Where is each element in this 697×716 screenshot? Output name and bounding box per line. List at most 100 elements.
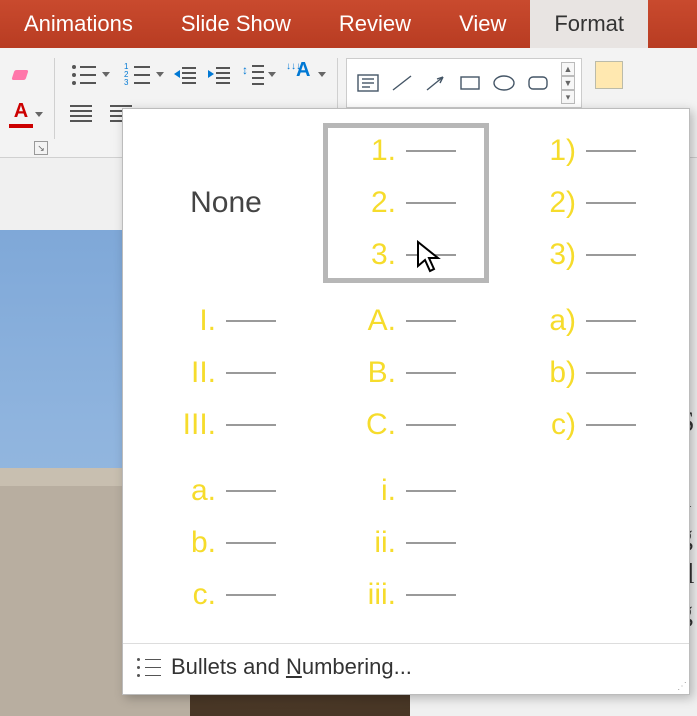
num-sample: II. bbox=[176, 356, 216, 390]
gallery-more-icon[interactable]: ▾ bbox=[561, 90, 575, 104]
resize-grip-icon: ⋰ bbox=[677, 681, 685, 692]
num-sample: 1) bbox=[536, 134, 576, 168]
num-sample: a. bbox=[176, 474, 216, 508]
chevron-down-icon bbox=[35, 112, 43, 117]
gallery-up-icon[interactable]: ▲ bbox=[561, 62, 575, 76]
tab-review[interactable]: Review bbox=[315, 0, 435, 48]
sample-line bbox=[586, 150, 636, 152]
num-sample: i. bbox=[356, 474, 396, 508]
align-left-icon bbox=[66, 102, 96, 126]
sample-line bbox=[586, 202, 636, 204]
sample-line bbox=[226, 424, 276, 426]
num-sample: C. bbox=[356, 408, 396, 442]
numbering-dropdown: None 1. 2. 3. 1) 2) 3) I. II. III. A. B.… bbox=[122, 108, 690, 695]
text-direction-icon: ↓↓↓A bbox=[286, 59, 316, 89]
numbering-option-alpha-lower-paren[interactable]: a) b) c) bbox=[503, 293, 669, 453]
sample-line bbox=[406, 490, 456, 492]
num-sample: B. bbox=[356, 356, 396, 390]
shape-gallery[interactable]: ▲ ▼ ▾ bbox=[346, 58, 582, 108]
clipboard-group: A ↘ bbox=[0, 54, 52, 157]
sample-line bbox=[226, 594, 276, 596]
numbering-option-none[interactable]: None bbox=[143, 123, 309, 283]
sample-line bbox=[406, 320, 456, 322]
oval-shape[interactable] bbox=[489, 72, 519, 94]
numbering-option-arabic-period[interactable]: 1. 2. 3. bbox=[323, 123, 489, 283]
num-sample: 1. bbox=[356, 134, 396, 168]
chevron-down-icon bbox=[318, 72, 326, 77]
gallery-down-icon[interactable]: ▼ bbox=[561, 76, 575, 90]
numbering-button[interactable] bbox=[117, 58, 167, 90]
text-direction-button[interactable]: ↓↓↓A bbox=[283, 56, 329, 92]
sample-line bbox=[586, 320, 636, 322]
numbering-option-alpha-lower-period[interactable]: a. b. c. bbox=[143, 463, 309, 623]
text-box-shape[interactable] bbox=[353, 72, 383, 94]
numbering-icon bbox=[120, 61, 154, 87]
num-sample: A. bbox=[356, 304, 396, 338]
sample-line bbox=[406, 542, 456, 544]
numbering-option-arabic-paren[interactable]: 1) 2) 3) bbox=[503, 123, 669, 283]
numbering-option-alpha-upper[interactable]: A. B. C. bbox=[323, 293, 489, 453]
num-sample: 3) bbox=[536, 238, 576, 272]
sample-line bbox=[586, 424, 636, 426]
decrease-indent-icon bbox=[174, 64, 198, 84]
bullets-and-numbering-menuitem[interactable]: Bullets and Numbering... bbox=[123, 643, 689, 694]
line-shape[interactable] bbox=[387, 72, 417, 94]
increase-indent-button[interactable] bbox=[205, 61, 235, 87]
num-sample: b) bbox=[536, 356, 576, 390]
decrease-indent-button[interactable] bbox=[171, 61, 201, 87]
sample-line bbox=[586, 372, 636, 374]
chevron-down-icon bbox=[268, 72, 276, 77]
tab-animations[interactable]: Animations bbox=[0, 0, 157, 48]
sample-line bbox=[226, 320, 276, 322]
numbering-option-empty bbox=[503, 463, 669, 623]
none-label: None bbox=[190, 186, 262, 220]
numbering-option-roman-lower[interactable]: i. ii. iii. bbox=[323, 463, 489, 623]
bullets-button[interactable] bbox=[63, 58, 113, 90]
gallery-scroll[interactable]: ▲ ▼ ▾ bbox=[561, 62, 575, 104]
eraser-icon bbox=[9, 62, 35, 86]
font-color-icon: A bbox=[9, 100, 33, 128]
fill-swatch-icon bbox=[595, 61, 623, 89]
sample-line bbox=[226, 372, 276, 374]
list-icon bbox=[137, 655, 161, 679]
rectangle-shape[interactable] bbox=[455, 72, 485, 94]
line-spacing-icon: ↕ bbox=[242, 61, 266, 87]
clear-formatting-button[interactable] bbox=[6, 59, 38, 89]
num-sample: b. bbox=[176, 526, 216, 560]
sample-line bbox=[406, 202, 456, 204]
num-sample: c) bbox=[536, 408, 576, 442]
tab-slide-show[interactable]: Slide Show bbox=[157, 0, 315, 48]
num-sample: a) bbox=[536, 304, 576, 338]
tab-format[interactable]: Format bbox=[530, 0, 648, 48]
num-sample: ii. bbox=[356, 526, 396, 560]
separator bbox=[54, 58, 55, 139]
num-sample: c. bbox=[176, 578, 216, 612]
sample-line bbox=[226, 542, 276, 544]
arrow-shape[interactable] bbox=[421, 72, 451, 94]
tab-view[interactable]: View bbox=[435, 0, 530, 48]
group-launcher[interactable]: ↘ bbox=[34, 141, 48, 155]
num-sample: iii. bbox=[356, 578, 396, 612]
sample-line bbox=[406, 594, 456, 596]
num-sample: III. bbox=[176, 408, 216, 442]
sample-line bbox=[406, 150, 456, 152]
numbering-option-roman-upper[interactable]: I. II. III. bbox=[143, 293, 309, 453]
sample-line bbox=[406, 424, 456, 426]
font-color-button[interactable]: A bbox=[6, 97, 46, 131]
num-sample: I. bbox=[176, 304, 216, 338]
align-left-button[interactable] bbox=[63, 99, 99, 129]
shape-fill-button[interactable] bbox=[592, 58, 626, 92]
sample-line bbox=[406, 372, 456, 374]
sample-line bbox=[226, 490, 276, 492]
sample-line bbox=[406, 254, 456, 256]
num-sample: 2. bbox=[356, 186, 396, 220]
chevron-down-icon bbox=[102, 72, 110, 77]
sample-line bbox=[586, 254, 636, 256]
increase-indent-icon bbox=[208, 64, 232, 84]
num-sample: 3. bbox=[356, 238, 396, 272]
num-sample: 2) bbox=[536, 186, 576, 220]
line-spacing-button[interactable]: ↕ bbox=[239, 58, 279, 90]
rounded-rect-shape[interactable] bbox=[523, 72, 553, 94]
bullets-icon bbox=[66, 61, 100, 87]
chevron-down-icon bbox=[156, 72, 164, 77]
